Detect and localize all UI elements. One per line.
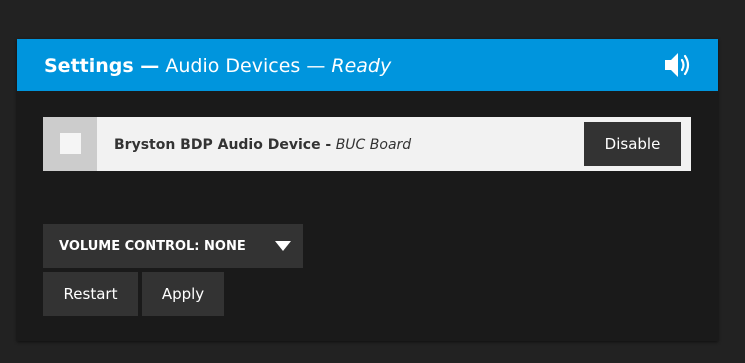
device-name: Bryston BDP Audio Device - BUC Board <box>114 117 411 171</box>
page-title: Settings — Audio Devices — Ready <box>44 39 391 91</box>
speaker-volume-icon-svg <box>665 53 690 77</box>
volume-control-dropdown[interactable]: VOLUME CONTROL: NONE <box>43 224 303 268</box>
disable-button[interactable]: Disable <box>584 122 681 166</box>
volume-control-label: VOLUME CONTROL: NONE <box>59 239 246 254</box>
title-section: Audio Devices — <box>165 55 326 77</box>
restart-button[interactable]: Restart <box>43 272 138 316</box>
title-status: Ready <box>331 55 392 77</box>
device-select-area[interactable] <box>43 117 97 171</box>
device-name-main: Bryston BDP Audio Device - <box>114 137 332 153</box>
panel-header: Settings — Audio Devices — Ready <box>17 39 718 91</box>
chevron-down-icon <box>275 241 291 251</box>
device-checkbox[interactable] <box>60 133 81 154</box>
audio-device-row: Bryston BDP Audio Device - BUC Board Dis… <box>43 117 691 171</box>
settings-panel: Settings — Audio Devices — Ready Bryston… <box>17 39 718 341</box>
title-settings: Settings — <box>44 55 160 77</box>
device-board-name: BUC Board <box>335 137 412 153</box>
apply-button[interactable]: Apply <box>142 272 224 316</box>
speaker-volume-icon[interactable] <box>663 50 695 80</box>
